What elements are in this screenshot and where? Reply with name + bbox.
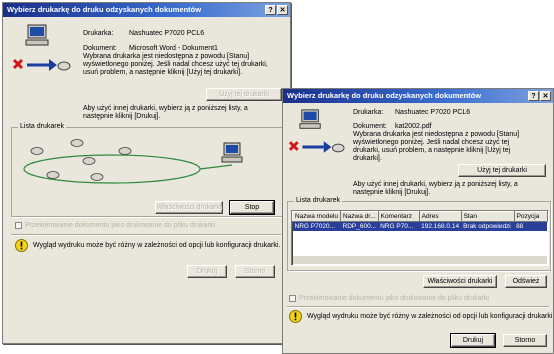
warning-icon xyxy=(15,239,28,252)
use-printer-button[interactable]: Użyj tej drukarki xyxy=(458,164,546,177)
column-header[interactable]: Nazwa dr... xyxy=(340,211,379,222)
document-value: Microsoft Word - Dokument1 xyxy=(129,45,218,52)
help-icon[interactable]: ? xyxy=(528,91,539,101)
printer-list-title: Lista drukarek xyxy=(18,123,66,131)
redirect-checkbox[interactable] xyxy=(289,295,296,302)
warning-text: Wygląd wydruku może być różny w zależnoś… xyxy=(33,242,281,249)
printer-properties-button[interactable]: Właściwości drukarki xyxy=(155,201,223,214)
table-row[interactable]: NRG P7020... RDP_600... NRG P70... 192.1… xyxy=(292,221,548,231)
printer-table: Nazwa modelu Nazwa dr... Komentarz Adres… xyxy=(292,211,548,231)
help-icon[interactable]: ? xyxy=(265,5,276,15)
table-header-row: Nazwa modelu Nazwa dr... Komentarz Adres… xyxy=(292,211,548,222)
column-header[interactable]: Nazwa modelu xyxy=(292,211,341,222)
redirect-arrow-icon xyxy=(12,58,71,71)
column-header[interactable]: Pozycja xyxy=(513,211,548,222)
document-label: Dokument: xyxy=(83,45,117,52)
front-dialog: Wybierz drukarkę do druku odzyskanych do… xyxy=(282,88,554,354)
printer-properties-button[interactable]: Właściwości drukarki xyxy=(423,275,497,288)
printer-label: Drukarka: xyxy=(353,109,384,116)
computer-icon xyxy=(25,24,49,46)
document-label: Dokument: xyxy=(353,123,387,130)
close-icon[interactable]: ✕ xyxy=(540,91,551,101)
table-cell: RDP_600... xyxy=(340,221,379,231)
warning-text: Wygląd wydruku może być różny w zależnoś… xyxy=(307,313,554,320)
use-printer-button[interactable]: Użyj tej drukarki xyxy=(206,88,282,101)
table-cell: NRG P7020... xyxy=(292,221,341,231)
table-cell: Brak odpowiedzi xyxy=(461,221,515,231)
redirect-checkbox-label: Przekierowanie dokumentu jako drukowanie… xyxy=(299,295,489,302)
cancel-button[interactable]: Storno xyxy=(235,265,275,278)
other-printer-text: Aby użyć innej drukarki, wybierz ją z po… xyxy=(353,181,518,196)
other-printer-text: Aby użyć innej drukarki, wybierz ją z po… xyxy=(83,105,248,120)
warning-icon xyxy=(289,310,302,323)
back-dialog-title: Wybierz drukarkę do druku odzyskanych do… xyxy=(7,5,202,14)
cancel-button[interactable]: Storno xyxy=(503,334,547,347)
table-cell: 192.168.0.14 xyxy=(419,221,462,231)
column-header[interactable]: Komentarz xyxy=(377,211,420,222)
printer-label: Drukarka: xyxy=(83,30,114,37)
info-text: Wybrana drukarka jest niedostępna z powo… xyxy=(353,131,520,162)
column-header[interactable]: Stan xyxy=(460,211,515,222)
redirect-arrow-icon xyxy=(288,141,345,153)
refresh-button[interactable]: Odśwież xyxy=(505,275,547,288)
redirect-checkbox[interactable] xyxy=(15,222,22,229)
stop-button[interactable]: Stop xyxy=(229,200,275,215)
print-button[interactable]: Drukuj xyxy=(187,265,227,278)
table-cell: NRG P70... xyxy=(378,221,420,231)
table-cell: 88 xyxy=(514,221,548,231)
back-dialog: Wybierz drukarkę do druku odzyskanych do… xyxy=(2,2,291,344)
redirect-checkbox-label: Przekierowanie dokumentu jako drukowanie… xyxy=(25,222,215,229)
column-header[interactable]: Adres xyxy=(418,211,462,222)
printer-list[interactable]: Nazwa modelu Nazwa dr... Komentarz Adres… xyxy=(291,210,549,266)
close-icon[interactable]: ✕ xyxy=(277,5,288,15)
printer-list-title: Lista drukarek xyxy=(294,197,342,205)
info-text: Wybrana drukarka jest niedostępna z powo… xyxy=(83,53,268,76)
print-button[interactable]: Drukuj xyxy=(450,333,496,348)
front-dialog-titlebar[interactable]: Wybierz drukarkę do druku odzyskanych do… xyxy=(283,89,553,103)
printer-value: Nashuatec P7020 PCL6 xyxy=(129,30,205,37)
document-value: kat2002.pdf xyxy=(395,123,432,130)
printer-value: Nashuatec P7020 PCL6 xyxy=(395,109,471,116)
computer-icon xyxy=(299,109,321,129)
front-dialog-title: Wybierz drukarkę do druku odzyskanych do… xyxy=(287,91,482,100)
network-diagram-icon xyxy=(23,139,243,184)
separator xyxy=(287,306,549,308)
back-dialog-titlebar[interactable]: Wybierz drukarkę do druku odzyskanych do… xyxy=(3,3,290,17)
horizontal-scrollbar[interactable] xyxy=(293,256,547,264)
separator xyxy=(11,234,281,236)
